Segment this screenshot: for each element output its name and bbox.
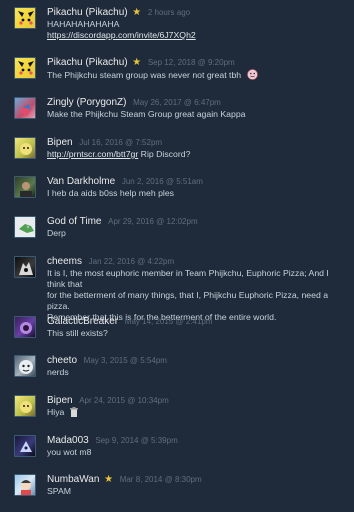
comment-author-link[interactable]: GalacticBreaker [47, 316, 118, 327]
comment-text: It is I, the most euphoric member in Tea… [47, 268, 329, 289]
comment-author-link[interactable]: God of Time [47, 216, 101, 227]
galactic-avatar-icon[interactable] [14, 316, 36, 338]
comment-author-link[interactable]: Mada003 [47, 435, 89, 446]
star-icon: ★ [104, 474, 114, 485]
comment-timestamp: Jun 2, 2016 @ 5:51am [121, 177, 203, 186]
pikachu-avatar-icon[interactable] [14, 57, 36, 79]
bipen-avatar-icon[interactable] [14, 395, 36, 417]
comment-text: This still exists? [47, 328, 108, 338]
numbawan-avatar-icon[interactable] [14, 474, 36, 496]
comment-author-link[interactable]: Van Darkholme [47, 176, 115, 187]
bipen-avatar-icon[interactable] [14, 137, 36, 159]
comment-timestamp: Mar 8, 2014 @ 8:30pm [119, 475, 202, 484]
comment-timestamp: Jan 22, 2016 @ 4:22pm [88, 257, 175, 266]
comment-timestamp: Apr 29, 2016 @ 12:02pm [108, 217, 198, 226]
comment-author-link[interactable]: Bipen [47, 137, 73, 148]
god-of-time-avatar-icon[interactable] [14, 216, 36, 238]
pink-face-emoticon-icon [246, 69, 258, 83]
comment-timestamp: Jul 16, 2016 @ 7:52pm [79, 138, 163, 147]
star-icon: ★ [132, 7, 142, 18]
comment-text: HAHAHAHAHAHA [47, 19, 120, 29]
pikachu-avatar-icon[interactable] [14, 7, 36, 29]
comment-text: you wot m8 [47, 447, 92, 457]
porygon-avatar-icon[interactable] [14, 97, 36, 119]
comment-text: The Phijkchu steam group was never not g… [47, 70, 242, 80]
comment-list: Pikachu (Pikachu) ★ 2 hours ago HAHAHAHA… [0, 0, 354, 512]
comment-author-link[interactable]: Zingly (PorygonZ) [47, 97, 126, 108]
comment-text: Derp [47, 228, 66, 238]
van-darkholme-avatar-icon[interactable] [14, 176, 36, 198]
comment-author-link[interactable]: Pikachu (Pikachu) [47, 57, 128, 68]
comment-link[interactable]: http://prntscr.com/btt7gr [47, 149, 138, 159]
comment-timestamp: 2 hours ago [147, 8, 191, 17]
comment-timestamp: May 14, 2015 @ 2:41pm [124, 317, 213, 326]
comment-timestamp: May 3, 2015 @ 5:54pm [83, 356, 167, 365]
comment-link[interactable]: https://discordapp.com/invite/6J7XQh2 [47, 30, 196, 40]
comment-text: nerds [47, 367, 69, 377]
star-icon: ★ [132, 57, 142, 68]
comment-timestamp: May 26, 2017 @ 6:47pm [133, 98, 221, 107]
comment-text: for the betterment of many things, that … [47, 290, 329, 311]
mada-avatar-icon[interactable] [14, 435, 36, 457]
cheeto-avatar-icon[interactable] [14, 355, 36, 377]
comment-author-link[interactable]: NumbaWan [47, 474, 99, 485]
comment-author-link[interactable]: Bipen [47, 395, 73, 406]
comment-text: SPAM [47, 486, 71, 496]
comment-author-link[interactable]: Pikachu (Pikachu) [47, 7, 128, 18]
comment-author-link[interactable]: cheeto [47, 355, 77, 366]
comment-author-link[interactable]: cheems [47, 256, 82, 267]
comment-timestamp: Sep 9, 2014 @ 5:39pm [95, 436, 178, 445]
cheems-avatar-icon[interactable] [14, 256, 36, 278]
comment-timestamp: Apr 24, 2015 @ 10:34pm [79, 396, 169, 405]
trash-can-emoticon-icon [69, 407, 78, 420]
comment-text: Rip Discord? [138, 149, 191, 159]
comment-timestamp: Sep 12, 2018 @ 9:20pm [147, 58, 235, 67]
comment-text: Hiya [47, 407, 65, 417]
comment-text: Make the Phijkchu Steam Group great agai… [47, 109, 246, 119]
comment-text: I heb da aids b0ss help meh ples [47, 188, 175, 198]
